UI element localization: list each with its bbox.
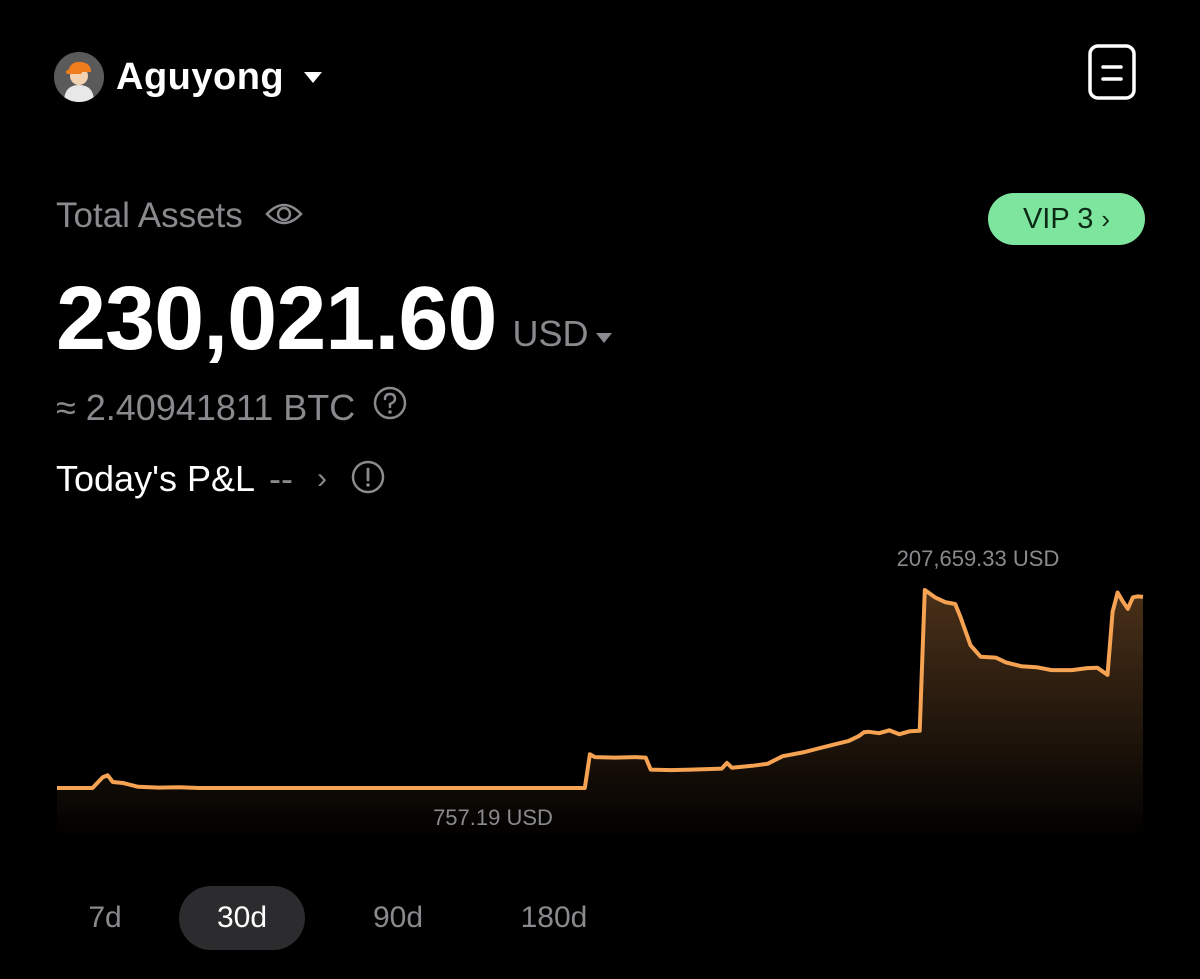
chart-max-label: 207,659.33 USD [897,546,1060,571]
account-dropdown-icon[interactable] [304,71,323,83]
currency-selector[interactable]: USD [512,313,588,355]
asset-history-chart[interactable]: 207,659.33 USD 757.19 USD [56,540,1146,850]
currency-dropdown-icon[interactable] [596,333,613,343]
vip-badge-button[interactable]: VIP 3 › [988,193,1145,245]
btc-equivalent-row: ≈ 2.40941811 BTC [56,386,407,429]
vip-label: VIP 3 [1022,202,1094,235]
pnl-label: Today's P&L [56,458,255,499]
total-assets-label: Total Assets [56,196,243,235]
help-icon[interactable] [373,386,407,429]
visibility-eye-icon[interactable] [265,200,303,233]
user-avatar[interactable] [54,52,104,102]
total-assets-amount: 230,021.60 USD [56,269,613,369]
account-name[interactable]: Aguyong [116,56,284,99]
tab-30d[interactable]: 30d [179,886,305,950]
pnl-value: -- [268,458,293,499]
chart-min-label: 757.19 USD [433,805,553,830]
chevron-right-icon: › [1101,203,1111,234]
account-header: Aguyong [54,50,323,104]
chevron-right-icon[interactable]: › [317,462,327,496]
document-icon[interactable] [1088,44,1136,100]
btc-equivalent: ≈ 2.40941811 BTC [56,386,356,428]
asset-amount: 230,021.60 [56,269,497,369]
tab-180d[interactable]: 180d [491,886,617,950]
tab-7d[interactable]: 7d [56,886,154,950]
chart-area-fill [57,590,1143,840]
tab-90d[interactable]: 90d [335,886,461,950]
todays-pnl-row[interactable]: Today's P&L -- › [56,458,385,500]
total-assets-header: Total Assets [56,196,303,236]
info-icon[interactable] [351,460,385,499]
time-range-tabs: 7d 30d 90d 180d [56,886,617,950]
